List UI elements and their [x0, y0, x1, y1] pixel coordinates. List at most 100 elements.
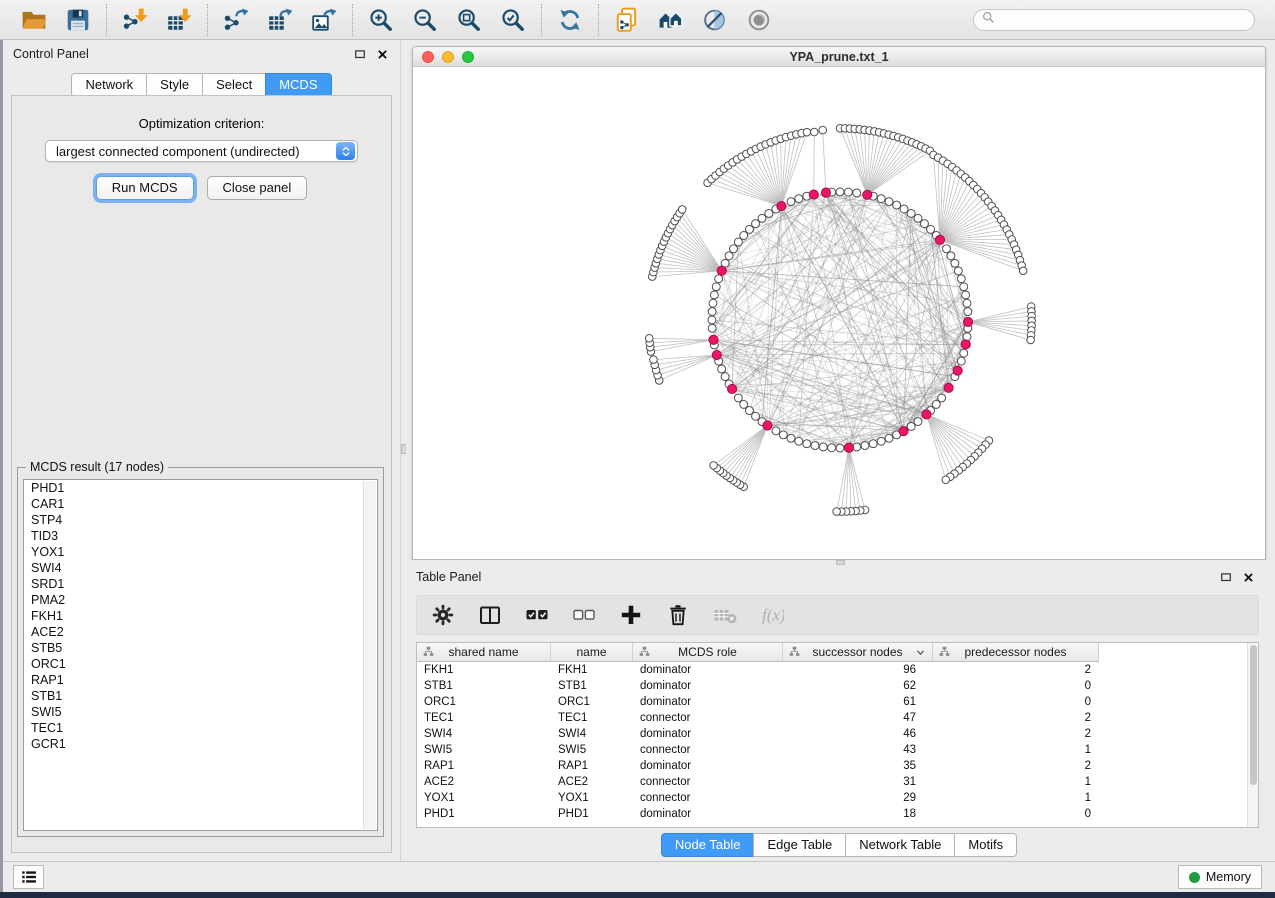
deselect-all-icon[interactable]	[571, 602, 597, 628]
open-session-icon[interactable]	[19, 5, 49, 35]
search-box[interactable]	[973, 9, 1255, 31]
table-cell: ORC1	[417, 694, 551, 710]
table-row[interactable]: TEC1TEC1connector472	[417, 710, 1258, 726]
close-window-icon[interactable]	[422, 51, 434, 63]
zoom-out-icon[interactable]	[410, 5, 440, 35]
mcds-result-item[interactable]: FKH1	[24, 608, 377, 624]
mcds-result-item[interactable]: GCR1	[24, 736, 377, 752]
tab-style[interactable]: Style	[146, 73, 203, 97]
minimize-window-icon[interactable]	[442, 51, 454, 63]
zoom-selected-icon[interactable]	[498, 5, 528, 35]
table-row[interactable]: STB1STB1dominator620	[417, 678, 1258, 694]
table-cell: 0	[933, 694, 1099, 710]
search-input[interactable]	[1000, 13, 1246, 27]
table-row[interactable]: YOX1YOX1connector291	[417, 790, 1258, 806]
result-list-scrollbar[interactable]	[363, 481, 376, 829]
float-panel-icon[interactable]	[352, 47, 367, 62]
column-label: successor nodes	[812, 645, 902, 659]
tab-mcds[interactable]: MCDS	[265, 73, 331, 97]
tab-edge-table[interactable]: Edge Table	[753, 833, 846, 857]
run-mcds-button[interactable]: Run MCDS	[96, 176, 194, 200]
mcds-result-item[interactable]: STB1	[24, 688, 377, 704]
table-scrollbar[interactable]	[1247, 643, 1258, 827]
tab-network[interactable]: Network	[71, 73, 147, 97]
mcds-result-list[interactable]: PHD1CAR1STP4TID3YOX1SWI4SRD1PMA2FKH1ACE2…	[23, 479, 378, 831]
table-row[interactable]: SWI4SWI4dominator462	[417, 726, 1258, 742]
mcds-tab-content: Optimization criterion: largest connecte…	[11, 95, 392, 853]
export-table-icon[interactable]	[265, 5, 295, 35]
table-row[interactable]: SWI5SWI5connector431	[417, 742, 1258, 758]
zoom-in-icon[interactable]	[366, 5, 396, 35]
close-panel-icon[interactable]	[375, 47, 390, 62]
table-scrollbar-thumb[interactable]	[1250, 645, 1257, 785]
desktop: Control Panel NetworkStyleSelectMCDS Opt…	[0, 0, 1275, 898]
settings-icon[interactable]	[430, 602, 456, 628]
close-panel-icon[interactable]	[1241, 570, 1256, 585]
import-network-icon[interactable]	[120, 5, 150, 35]
mcds-result-item[interactable]: TID3	[24, 528, 377, 544]
table-row[interactable]: PHD1PHD1dominator180	[417, 806, 1258, 822]
task-history-button[interactable]	[13, 865, 44, 889]
mcds-result-item[interactable]: SWI4	[24, 560, 377, 576]
mcds-result-item[interactable]: RAP1	[24, 672, 377, 688]
mcds-result-item[interactable]: PMA2	[24, 592, 377, 608]
zoom-fit-icon[interactable]	[454, 5, 484, 35]
table-header-row: shared namenameMCDS role successor nodes p…	[417, 643, 1258, 662]
mcds-result-item[interactable]: STP4	[24, 512, 377, 528]
toolbar-group	[542, 0, 598, 39]
mcds-result-item[interactable]: YOX1	[24, 544, 377, 560]
app-window: Control Panel NetworkStyleSelectMCDS Opt…	[0, 0, 1275, 892]
tab-select[interactable]: Select	[202, 73, 266, 97]
hide-selected-icon[interactable]	[700, 5, 730, 35]
export-image-icon[interactable]	[309, 5, 339, 35]
tab-motifs[interactable]: Motifs	[954, 833, 1017, 857]
column-header-predecessor-nodes[interactable]: predecessor nodes	[933, 643, 1099, 662]
column-header-successor-nodes[interactable]: successor nodes	[783, 643, 933, 662]
delete-row-icon[interactable]	[665, 602, 691, 628]
first-neighbors-icon[interactable]	[656, 5, 686, 35]
mcds-result-item[interactable]: STB5	[24, 640, 377, 656]
network-canvas[interactable]	[413, 67, 1265, 559]
mcds-result-item[interactable]: ACE2	[24, 624, 377, 640]
table-cell: ORC1	[551, 694, 633, 710]
mcds-result-item[interactable]: ORC1	[24, 656, 377, 672]
criterion-dropdown-value: largest connected component (undirected)	[46, 144, 336, 159]
show-all-icon[interactable]	[744, 5, 774, 35]
tab-network-table[interactable]: Network Table	[845, 833, 955, 857]
criterion-dropdown[interactable]: largest connected component (undirected)	[45, 140, 358, 162]
mcds-result-item[interactable]: PHD1	[24, 480, 377, 496]
table-cell: 96	[783, 662, 933, 678]
column-header-name[interactable]: name	[551, 643, 633, 662]
mcds-result-item[interactable]: TEC1	[24, 720, 377, 736]
column-header-MCDS-role[interactable]: MCDS role	[633, 643, 783, 662]
add-row-icon[interactable]	[618, 602, 644, 628]
table-cell: YOX1	[551, 790, 633, 806]
select-all-icon[interactable]	[524, 602, 550, 628]
column-header-shared-name[interactable]: shared name	[417, 643, 551, 662]
node-table: shared namenameMCDS role successor nodes p…	[416, 642, 1259, 828]
maximize-window-icon[interactable]	[462, 51, 474, 63]
refresh-layout-icon[interactable]	[555, 5, 585, 35]
float-panel-icon[interactable]	[1218, 570, 1233, 585]
table-row[interactable]: ORC1ORC1dominator610	[417, 694, 1258, 710]
table-row[interactable]: RAP1RAP1dominator352	[417, 758, 1258, 774]
network-window-titlebar[interactable]: YPA_prune.txt_1	[413, 47, 1265, 67]
tab-node-table[interactable]: Node Table	[661, 833, 755, 857]
table-cell: TEC1	[417, 710, 551, 726]
table-row[interactable]: FKH1FKH1dominator962	[417, 662, 1258, 678]
control-panel: Control Panel NetworkStyleSelectMCDS Opt…	[3, 40, 400, 861]
svg-text:f(x): f(x)	[762, 606, 784, 625]
memory-button[interactable]: Memory	[1178, 865, 1262, 889]
clone-network-icon[interactable]	[612, 5, 642, 35]
close-panel-button[interactable]: Close panel	[207, 176, 308, 200]
table-cell: FKH1	[551, 662, 633, 678]
columns-icon[interactable]	[477, 602, 503, 628]
import-table-icon[interactable]	[164, 5, 194, 35]
table-row[interactable]: ACE2ACE2connector311	[417, 774, 1258, 790]
mcds-result-item[interactable]: SRD1	[24, 576, 377, 592]
table-cell: 1	[933, 790, 1099, 806]
mcds-result-item[interactable]: SWI5	[24, 704, 377, 720]
mcds-result-item[interactable]: CAR1	[24, 496, 377, 512]
export-network-icon[interactable]	[221, 5, 251, 35]
save-session-icon[interactable]	[63, 5, 93, 35]
